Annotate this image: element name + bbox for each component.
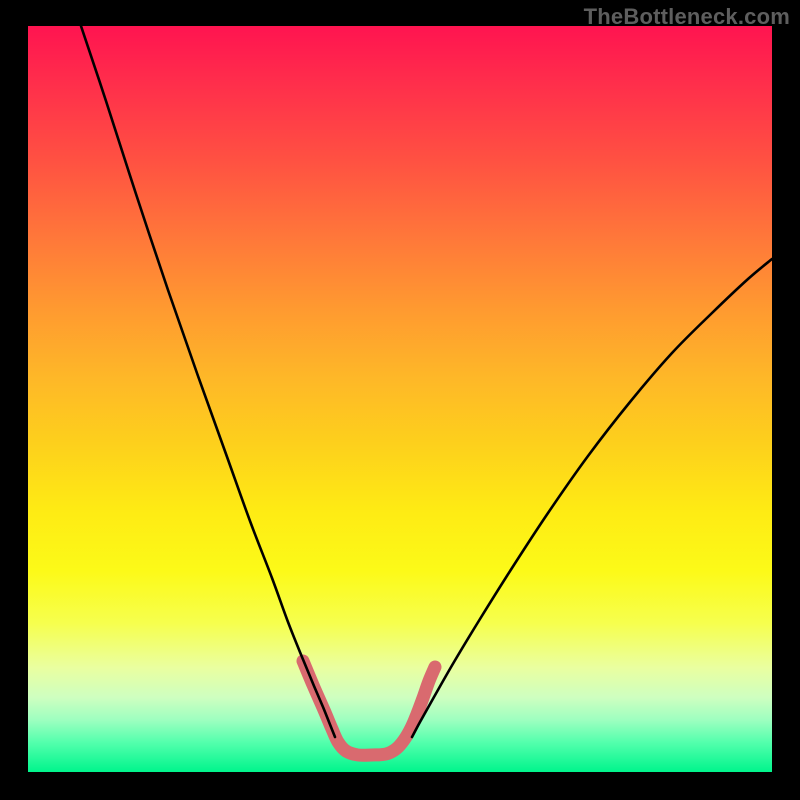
right-curve xyxy=(412,259,772,737)
left-curve xyxy=(81,26,335,737)
chart-frame xyxy=(28,26,772,772)
watermark-text: TheBottleneck.com xyxy=(584,4,790,30)
chart-svg xyxy=(28,26,772,772)
